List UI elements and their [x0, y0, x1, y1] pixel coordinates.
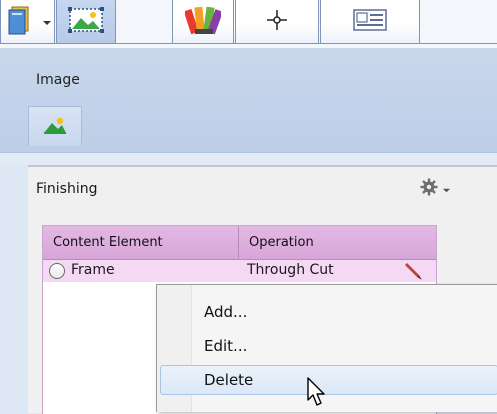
document-book-icon [4, 5, 42, 39]
ribbon-bottom-edge [0, 152, 497, 165]
menu-item-add[interactable]: Add... [160, 297, 497, 327]
tool-tab-strip [0, 0, 497, 49]
settings-menu-button[interactable] [420, 178, 451, 200]
menu-item-delete[interactable]: Delete [160, 365, 497, 395]
tab-document[interactable] [0, 0, 55, 44]
image-frame-icon [64, 5, 108, 39]
table-row[interactable]: Frame Through Cut [43, 260, 436, 282]
menu-item-edit[interactable]: Edit... [160, 331, 497, 361]
ribbon-group-label: Image [36, 72, 80, 88]
pencil-icon[interactable] [403, 261, 423, 285]
gear-icon [420, 178, 438, 200]
table-header: Content Element Operation [43, 226, 436, 260]
tab-card[interactable] [320, 0, 420, 44]
mouse-pointer-icon [306, 376, 328, 412]
cell-operation: Through Cut [247, 262, 334, 278]
image-button[interactable] [28, 106, 82, 146]
crosshair-icon [266, 9, 288, 35]
column-header-operation[interactable]: Operation [239, 226, 436, 259]
cell-content-element: Frame [71, 262, 115, 278]
chevron-down-icon [442, 180, 451, 199]
tab-color[interactable] [172, 0, 234, 44]
row-radio-button[interactable] [49, 263, 65, 279]
id-card-icon [353, 8, 387, 35]
panel-title: Finishing [36, 181, 98, 197]
column-header-content-element[interactable]: Content Element [43, 226, 239, 259]
chevron-down-icon[interactable] [42, 12, 52, 31]
tab-position[interactable] [235, 0, 319, 44]
tab-strip-divider [0, 43, 497, 44]
color-swatch-icon [183, 3, 223, 41]
image-icon [43, 115, 67, 139]
tab-image[interactable] [56, 0, 116, 44]
ribbon-panel: Image [0, 48, 497, 152]
